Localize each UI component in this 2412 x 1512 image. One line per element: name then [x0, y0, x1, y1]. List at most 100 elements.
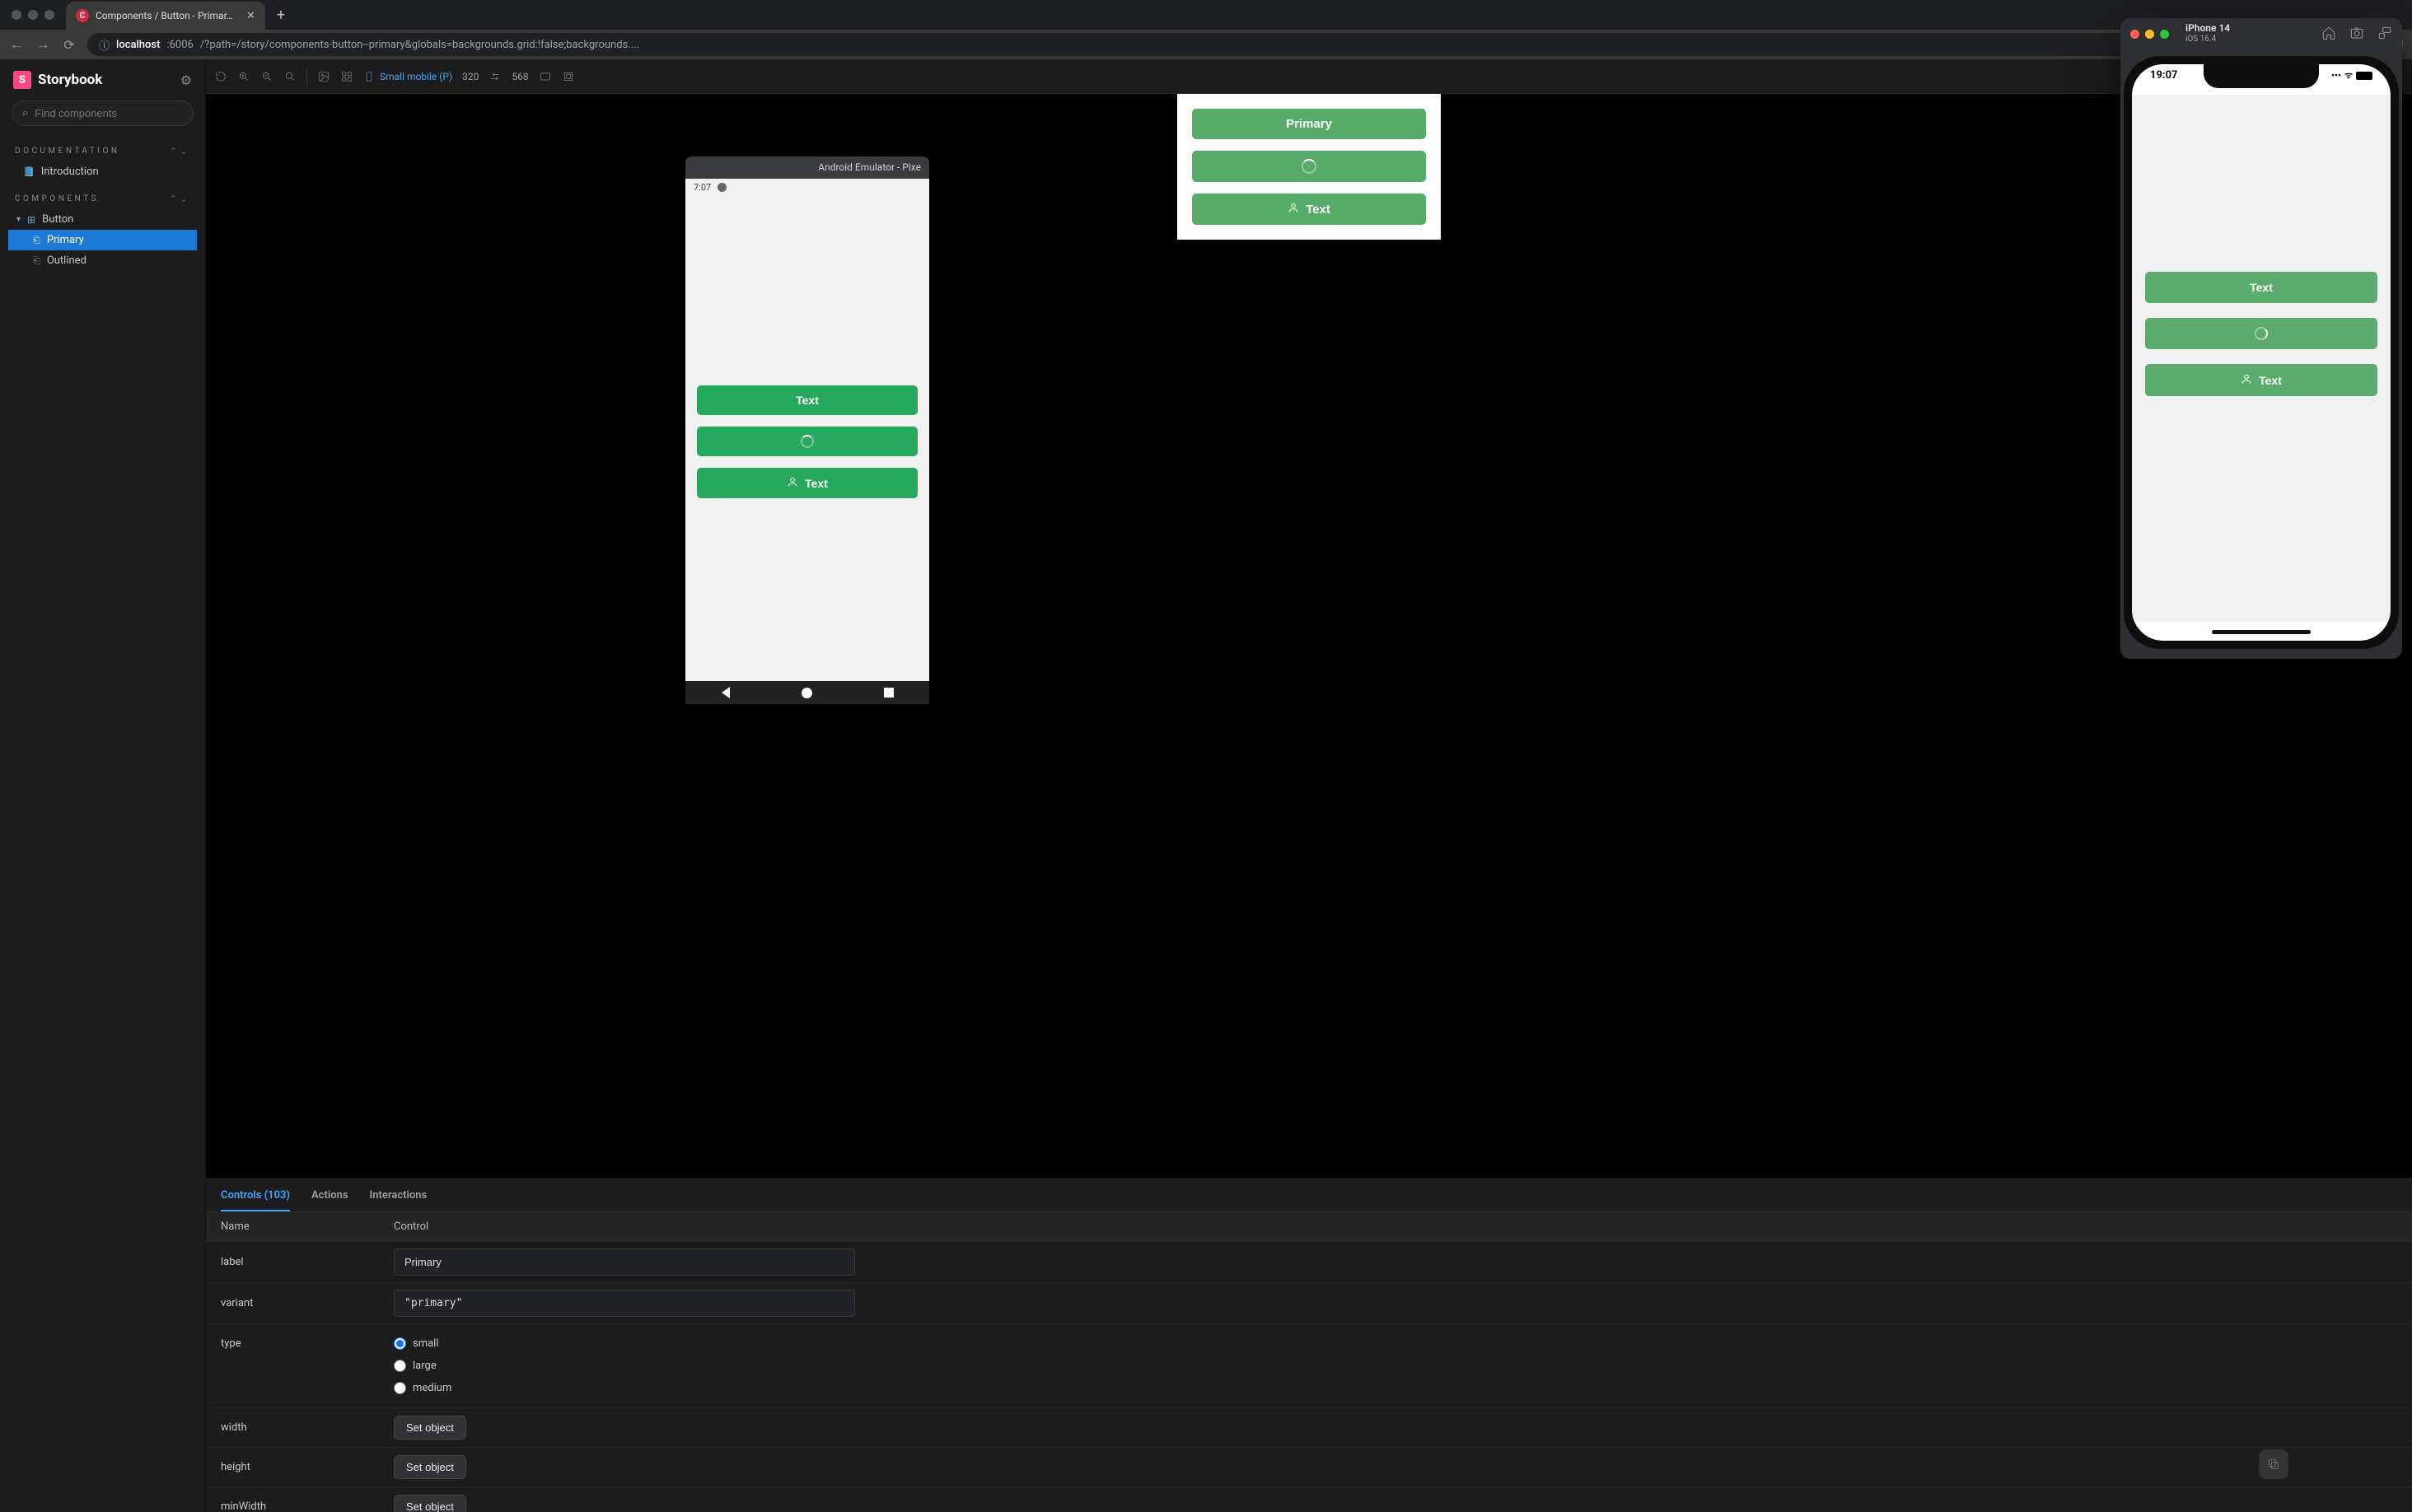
cellular-icon: •••	[2331, 70, 2341, 81]
reload-story-icon[interactable]	[214, 70, 227, 83]
radio-input[interactable]	[394, 1360, 406, 1372]
battery-icon	[2356, 72, 2372, 80]
user-icon	[787, 476, 798, 490]
control-row-type: type small large medium	[206, 1323, 2412, 1407]
screenshot-icon[interactable]	[2349, 26, 2364, 43]
button-label: Text	[805, 477, 828, 490]
radio-input[interactable]	[394, 1337, 406, 1350]
ios-os-version: iOS 16.4	[2185, 35, 2230, 44]
browser-tab[interactable]: C Components / Button - Primar… ✕	[66, 2, 265, 30]
tab-interactions[interactable]: Interactions	[370, 1179, 428, 1211]
radio-input[interactable]	[394, 1382, 406, 1394]
radio-option-small[interactable]: small	[394, 1337, 2397, 1350]
window-traffic-lights[interactable]	[0, 10, 66, 20]
measure-icon[interactable]	[539, 70, 552, 83]
preview-button-icon[interactable]: Text	[1192, 194, 1426, 225]
radio-option-large[interactable]: large	[394, 1360, 2397, 1372]
tab-title: Components / Button - Primar…	[96, 10, 233, 21]
set-object-button[interactable]: Set object	[394, 1416, 466, 1440]
section-title-label: DOCUMENTATION	[15, 147, 120, 156]
ios-button-primary[interactable]: Text	[2145, 272, 2377, 303]
tree-item-label: Outlined	[47, 254, 86, 267]
control-row-variant: variant	[206, 1282, 2412, 1323]
sidebar-menu-icon[interactable]: ⚙	[180, 72, 192, 88]
spinner-icon	[801, 435, 814, 448]
rotate-icon[interactable]	[2377, 26, 2392, 43]
section-title-components[interactable]: COMPONENTS ⌃⌄	[8, 189, 197, 209]
search-field[interactable]: ⌕	[12, 100, 194, 126]
ios-button-icon[interactable]: Text	[2145, 364, 2377, 396]
site-info-icon[interactable]: ⓘ	[99, 37, 110, 53]
device-notch	[2204, 64, 2319, 88]
zoom-out-icon[interactable]	[260, 70, 273, 83]
home-indicator[interactable]	[2212, 630, 2311, 634]
browser-chrome: C Components / Button - Primar… ✕ + ← → …	[0, 0, 2412, 59]
tab-controls[interactable]: Controls (103)	[221, 1179, 290, 1211]
story-item-outlined[interactable]: ⎗ Outlined	[8, 250, 197, 271]
zoom-reset-icon[interactable]	[283, 70, 297, 83]
tab-label: Controls (103)	[221, 1189, 290, 1202]
preview-button-primary[interactable]: Primary	[1192, 109, 1426, 139]
android-button-icon[interactable]: Text	[697, 468, 918, 498]
ios-toolbar-icons	[2321, 26, 2392, 43]
outline-icon[interactable]	[562, 70, 575, 83]
brand[interactable]: S Storybook	[13, 71, 102, 89]
grid-icon[interactable]	[340, 70, 353, 83]
zoom-in-icon[interactable]	[237, 70, 250, 83]
home-icon[interactable]	[2321, 26, 2336, 43]
section-title-label: COMPONENTS	[15, 194, 99, 203]
android-emulator-window[interactable]: Android Emulator - Pixe 7:07 Text Text	[685, 156, 929, 704]
reload-icon[interactable]: ⟳	[61, 37, 77, 53]
ios-device-name: iPhone 14	[2185, 23, 2230, 35]
control-row-minwidth: minWidth Set object	[206, 1486, 2412, 1512]
ios-traffic-lights[interactable]	[2130, 30, 2169, 39]
ios-simulator-window[interactable]: iPhone 14 iOS 16.4 19:07 ••• ᯤ Text	[2120, 18, 2402, 659]
brand-title: Storybook	[38, 72, 102, 88]
minimize-window-dot[interactable]	[28, 10, 38, 20]
control-text-input[interactable]	[394, 1290, 855, 1317]
radio-option-medium[interactable]: medium	[394, 1382, 2397, 1394]
background-icon[interactable]	[317, 70, 330, 83]
viewport-select[interactable]: Small mobile (P)	[363, 71, 452, 82]
android-home-icon[interactable]	[802, 688, 812, 698]
addons-tabs: Controls (103) Actions Interactions	[206, 1179, 2412, 1212]
control-radio-group: small large medium	[394, 1337, 2397, 1394]
close-tab-icon[interactable]: ✕	[246, 10, 255, 22]
android-recents-icon[interactable]	[884, 688, 894, 698]
url-port: :6006	[166, 39, 193, 51]
bookmark-icon: ⎗	[33, 235, 40, 246]
background-floating-button[interactable]	[2259, 1449, 2288, 1479]
minimize-window-dot[interactable]	[2145, 30, 2154, 39]
android-back-icon[interactable]	[722, 687, 730, 698]
storybook-sidebar: S Storybook ⚙ ⌕ DOCUMENTATION ⌃⌄ Introdu…	[0, 59, 206, 1512]
address-bar[interactable]: ⓘ localhost:6006/?path=/story/components…	[87, 33, 2236, 56]
close-window-dot[interactable]	[2130, 30, 2139, 39]
ios-button-loading[interactable]	[2145, 318, 2377, 349]
section-title-documentation[interactable]: DOCUMENTATION ⌃⌄	[8, 141, 197, 161]
story-item-primary[interactable]: ⎗ Primary	[8, 230, 197, 250]
set-object-button[interactable]: Set object	[394, 1495, 466, 1512]
preview-button-loading[interactable]	[1192, 151, 1426, 182]
maximize-window-dot[interactable]	[44, 10, 54, 20]
tab-actions[interactable]: Actions	[311, 1179, 348, 1211]
android-window-title: Android Emulator - Pixe	[685, 156, 929, 179]
back-icon[interactable]: ←	[8, 36, 25, 53]
ios-content: Text Text	[2132, 95, 2391, 622]
new-tab-button[interactable]: +	[265, 7, 297, 24]
android-nav-bar	[685, 681, 929, 704]
tree-item-label: Primary	[47, 234, 84, 246]
forward-icon[interactable]: →	[35, 36, 51, 53]
set-object-button[interactable]: Set object	[394, 1455, 466, 1479]
swap-icon[interactable]	[488, 70, 502, 83]
search-input[interactable]	[35, 107, 183, 119]
android-button-loading[interactable]	[697, 427, 918, 456]
control-text-input[interactable]	[394, 1248, 855, 1276]
android-button-primary[interactable]: Text	[697, 385, 918, 415]
control-row-height: height Set object	[206, 1447, 2412, 1486]
canvas-toolbar: Small mobile (P) 320 568	[206, 59, 2412, 94]
component-folder-button[interactable]: ▾ ⊞ Button	[8, 209, 197, 230]
controls-table[interactable]: Name Control label variant type small la…	[206, 1212, 2412, 1512]
maximize-window-dot[interactable]	[2160, 30, 2169, 39]
close-window-dot[interactable]	[12, 10, 21, 20]
doc-item-introduction[interactable]: Introduction	[8, 161, 197, 182]
